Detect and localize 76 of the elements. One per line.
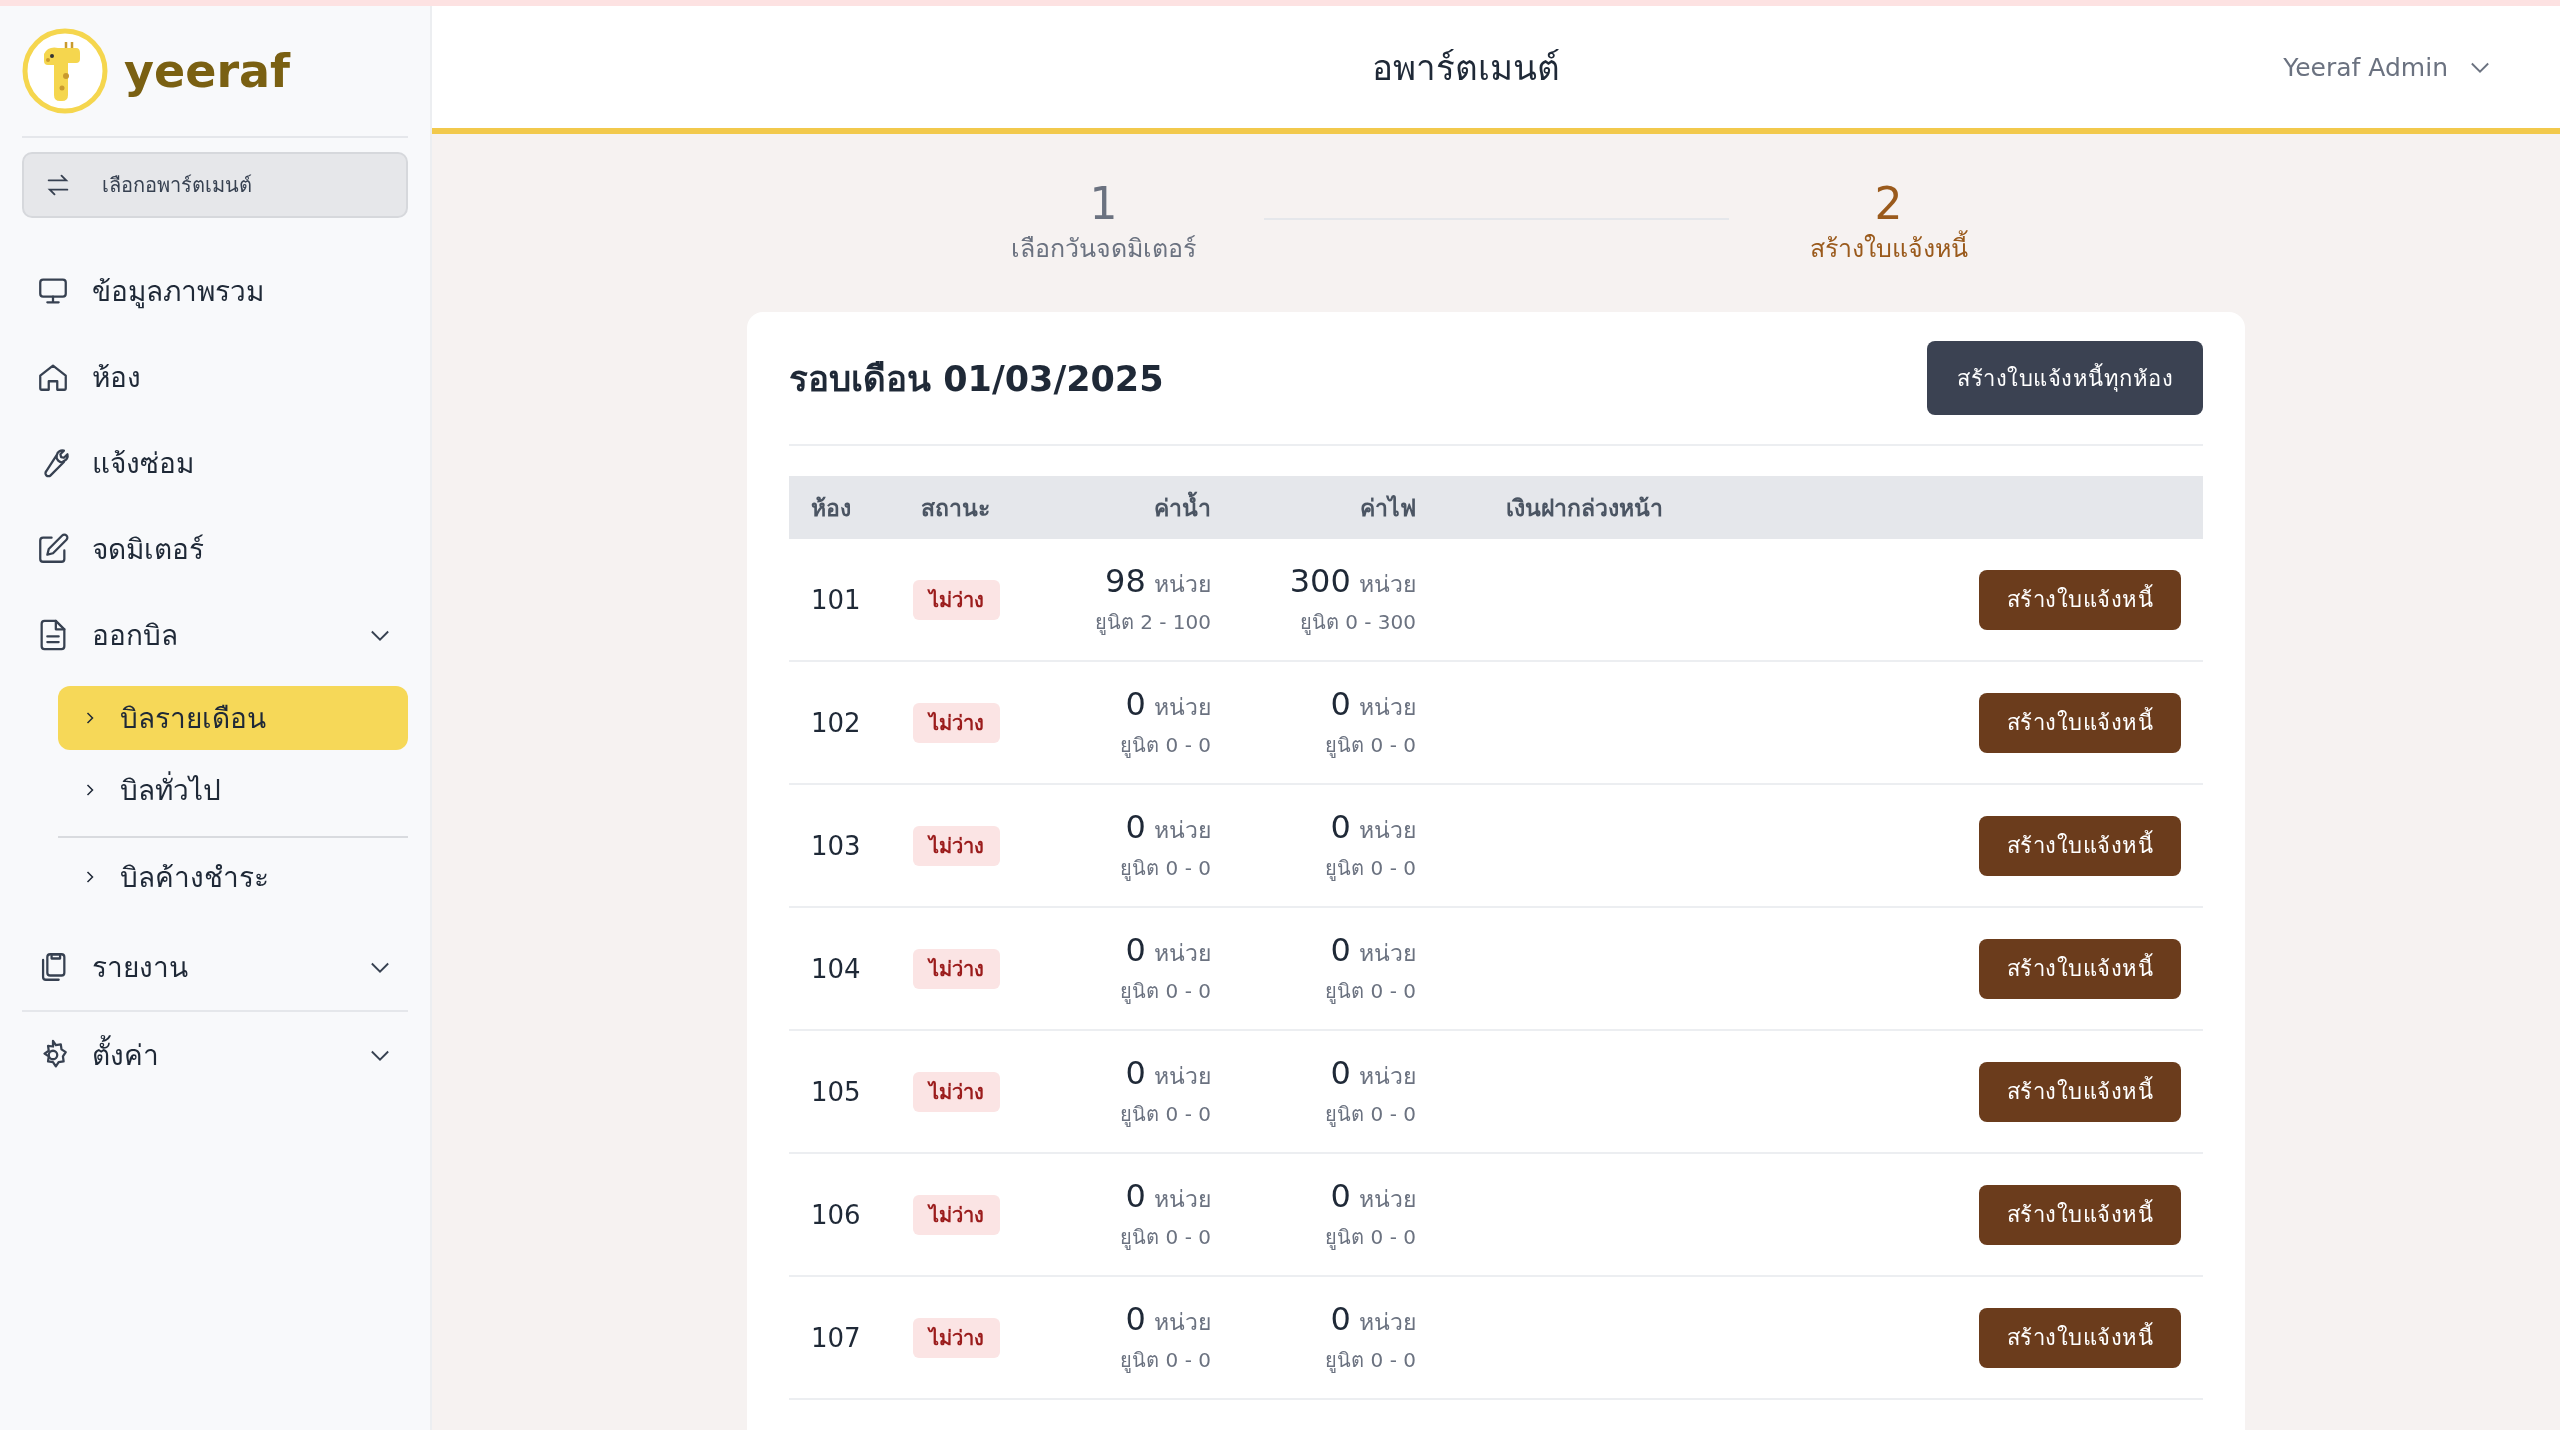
unit-range: ยูนิต 0 - 0	[1120, 1223, 1211, 1252]
status-badge: ไม่ว่าง	[913, 1194, 1000, 1235]
unit-range: ยูนิต 0 - 0	[1325, 731, 1416, 760]
logo-text: yeeraf	[124, 44, 291, 98]
unit-range: ยูนิต 0 - 0	[1325, 1223, 1416, 1252]
table-cell-text: 101	[811, 584, 862, 615]
unit-range: ยูนิต 0 - 0	[1325, 977, 1416, 1006]
nav-group[interactable]: ออกบิล	[22, 592, 408, 678]
create-invoice-button[interactable]: สร้างใบแจ้งหนี้	[1978, 1184, 2181, 1245]
apartment-selector[interactable]: เลือกอพาร์ตเมนต์	[22, 152, 408, 218]
column-header: สถานะ	[921, 493, 991, 523]
unit-range: ยูนิต 0 - 0	[1325, 1100, 1416, 1129]
unit-range: ยูนิต 0 - 300	[1299, 608, 1416, 637]
water-reading: 0 หน่วย	[1125, 1299, 1211, 1340]
table-cell-text: 105	[811, 1076, 862, 1107]
table-cell-text: 102	[811, 707, 862, 738]
unit-range: ยูนิต 0 - 0	[1120, 1100, 1211, 1129]
electric-reading: 0 หน่วย	[1330, 1053, 1416, 1094]
table-cell-text: 104	[811, 953, 862, 984]
page-title: อพาร์ตเมนต์	[1372, 46, 1560, 90]
column-header: ห้อง	[811, 493, 852, 523]
step-number: 2	[1874, 180, 1903, 229]
column-header: ค่าไฟ	[1359, 493, 1416, 523]
water-reading: 0 หน่วย	[1125, 1053, 1211, 1094]
column-header: เงินฝากล่วงหน้า	[1505, 493, 1664, 523]
create-invoice-button[interactable]: สร้างใบแจ้งหนี้	[1978, 569, 2181, 630]
electric-reading: 0 หน่วย	[1330, 1176, 1416, 1217]
nav-group[interactable]: ตั้งค่า	[22, 1012, 408, 1098]
create-all-invoices-button[interactable]: สร้างใบแจ้งหนี้ทุกห้อง	[1927, 341, 2203, 416]
create-invoice-button[interactable]: สร้างใบแจ้งหนี้	[1978, 1307, 2181, 1368]
step-number: 1	[1089, 180, 1118, 229]
submenu-item[interactable]: บิลค้างชำระ	[58, 836, 408, 916]
water-reading: 0 หน่วย	[1125, 1176, 1211, 1217]
submenu-item[interactable]: บิลรายเดือน	[58, 686, 408, 750]
nav-item[interactable]: จดมิเตอร์	[22, 506, 408, 592]
unit-range: ยูนิต 0 - 0	[1120, 977, 1211, 1006]
electric-reading: 0 หน่วย	[1330, 807, 1416, 848]
card-title: รอบเดือน 01/03/2025	[789, 357, 1164, 401]
nav-item[interactable]: แจ้งซ่อม	[22, 420, 408, 506]
pencil-square-icon	[36, 532, 70, 566]
nav-item[interactable]: ข้อมูลภาพรวม	[22, 248, 408, 334]
status-badge: ไม่ว่าง	[913, 1071, 1000, 1112]
status-badge: ไม่ว่าง	[913, 1317, 1000, 1358]
column-header: ค่าน้ำ	[1071, 489, 1211, 526]
water-reading: 0 หน่วย	[1125, 930, 1211, 971]
step-label: สร้างใบแจ้งหนี้	[1809, 228, 1968, 269]
nav-item[interactable]: ห้อง	[22, 334, 408, 420]
status-badge: ไม่ว่าง	[913, 702, 1000, 743]
electric-reading: 0 หน่วย	[1330, 1299, 1416, 1340]
electric-reading: 300 หน่วย	[1289, 561, 1416, 602]
giraffe-logo-icon	[22, 28, 108, 114]
unit-range: ยูนิต 0 - 0	[1120, 1346, 1211, 1375]
unit-range: ยูนิต 0 - 0	[1325, 1346, 1416, 1375]
table-cell-text: 107	[811, 1322, 862, 1353]
water-reading: 98 หน่วย	[1105, 561, 1211, 602]
unit-range: ยูนิต 0 - 0	[1120, 731, 1211, 760]
create-invoice-button[interactable]: สร้างใบแจ้งหนี้	[1978, 692, 2181, 753]
unit-range: ยูนิต 2 - 100	[1094, 608, 1211, 637]
submenu-item[interactable]: บิลทั่วไป	[58, 758, 408, 822]
unit-range: ยูนิต 0 - 0	[1325, 854, 1416, 883]
status-badge: ไม่ว่าง	[913, 948, 1000, 989]
status-badge: ไม่ว่าง	[913, 579, 1000, 620]
create-invoice-button[interactable]: สร้างใบแจ้งหนี้	[1978, 1061, 2181, 1122]
user-menu[interactable]: Yeeraf Admin	[2277, 51, 2500, 83]
step-label: เลือกวันจดมิเตอร์	[1011, 233, 1196, 266]
unit-range: ยูนิต 0 - 0	[1120, 854, 1211, 883]
electric-reading: 0 หน่วย	[1330, 684, 1416, 725]
create-invoice-button[interactable]: สร้างใบแจ้งหนี้	[1978, 815, 2181, 876]
water-reading: 0 หน่วย	[1125, 684, 1211, 725]
nav-group[interactable]: รายงาน	[22, 924, 408, 1010]
status-badge: ไม่ว่าง	[913, 825, 1000, 866]
table-cell-text: 103	[811, 830, 862, 861]
table-cell-text: 106	[811, 1199, 862, 1230]
create-invoice-button[interactable]: สร้างใบแจ้งหนี้	[1978, 938, 2181, 999]
water-reading: 0 หน่วย	[1125, 807, 1211, 848]
electric-reading: 0 หน่วย	[1330, 930, 1416, 971]
